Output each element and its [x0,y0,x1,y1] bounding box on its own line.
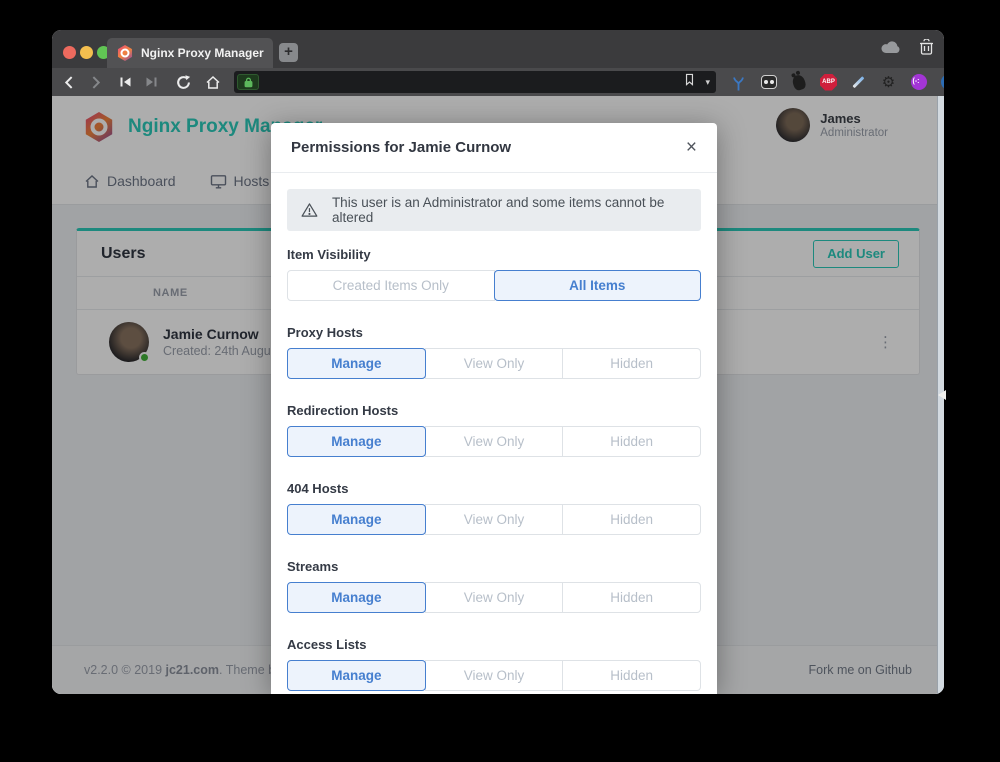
section-label-item-visibility: Item Visibility [287,247,701,262]
window-minimize-button[interactable] [80,46,93,59]
section-label-access-lists: Access Lists [287,637,701,652]
extension-pen-icon[interactable] [850,74,867,91]
admin-warning-alert: This user is an Administrator and some i… [287,189,701,231]
redirection-hosts-view-only[interactable]: View Only [425,426,564,457]
extension-adblock-plus-icon[interactable]: ABP [820,74,837,91]
404-hosts-view-only[interactable]: View Only [425,504,564,535]
access-lists-hidden[interactable]: Hidden [562,660,701,691]
404-hosts-manage[interactable]: Manage [287,504,426,535]
option-all-items[interactable]: All Items [494,270,702,301]
extension-gnome-foot-icon[interactable] [790,74,807,91]
proxy-hosts-view-only[interactable]: View Only [425,348,564,379]
streams-hidden[interactable]: Hidden [562,582,701,613]
permissions-modal: Permissions for Jamie Curnow × This user… [271,123,717,694]
modal-title: Permissions for Jamie Curnow [291,139,511,156]
extension-pie-badge-icon[interactable] [940,74,944,91]
redirection-hosts-group: Manage View Only Hidden [287,426,701,457]
ssl-lock-icon[interactable] [237,74,259,90]
extension-gear-icon[interactable]: ⚙ [880,74,897,91]
streams-manage[interactable]: Manage [287,582,426,613]
404-hosts-hidden[interactable]: Hidden [562,504,701,535]
alert-text: This user is an Administrator and some i… [332,195,687,225]
option-created-items-only[interactable]: Created Items Only [287,270,495,301]
access-lists-group: Manage View Only Hidden [287,660,701,691]
section-label-proxy-hosts: Proxy Hosts [287,325,701,340]
streams-view-only[interactable]: View Only [425,582,564,613]
reload-button[interactable] [170,70,196,94]
extension-fork-icon[interactable] [730,75,747,92]
redirection-hosts-manage[interactable]: Manage [287,426,426,457]
extension-tampermonkey-icon[interactable] [760,74,777,91]
panel-toggle-arrow-icon[interactable] [938,390,946,400]
web-page: Nginx Proxy Manager James Administrator … [52,96,944,694]
extension-purple-face-icon[interactable] [910,74,927,91]
browser-titlebar: Nginx Proxy Manager + [52,30,944,68]
browser-tab[interactable]: Nginx Proxy Manager [107,38,273,68]
section-label-streams: Streams [287,559,701,574]
browser-window: Nginx Proxy Manager + [52,30,944,694]
address-bar[interactable]: ▾ [234,71,716,93]
section-label-404-hosts: 404 Hosts [287,481,701,496]
bookmark-icon[interactable] [684,73,695,91]
rewind-button[interactable] [112,70,138,94]
trash-closed-tabs-icon[interactable] [919,39,934,60]
proxy-hosts-hidden[interactable]: Hidden [562,348,701,379]
section-label-redirection-hosts: Redirection Hosts [287,403,701,418]
browser-toolbar: ▾ ABP ⚙ [52,68,944,96]
404-hosts-group: Manage View Only Hidden [287,504,701,535]
proxy-hosts-manage[interactable]: Manage [287,348,426,379]
forward-button[interactable] [82,70,108,94]
redirection-hosts-hidden[interactable]: Hidden [562,426,701,457]
proxy-hosts-group: Manage View Only Hidden [287,348,701,379]
item-visibility-group: Created Items Only All Items [287,270,701,301]
access-lists-manage[interactable]: Manage [287,660,426,691]
favicon-nginx-proxy-manager [117,45,133,61]
fast-forward-button[interactable] [138,70,164,94]
home-button[interactable] [200,70,226,94]
back-button[interactable] [56,70,82,94]
desktop-background: Nginx Proxy Manager + [0,0,1000,762]
bookmark-dropdown-caret-icon[interactable]: ▾ [705,77,710,88]
sync-cloud-icon[interactable] [881,40,901,59]
streams-group: Manage View Only Hidden [287,582,701,613]
window-close-button[interactable] [63,46,76,59]
modal-close-icon[interactable]: × [686,138,697,157]
access-lists-view-only[interactable]: View Only [425,660,564,691]
warning-triangle-icon [301,202,318,218]
new-tab-button[interactable]: + [279,43,298,62]
tab-title: Nginx Proxy Manager [141,46,264,60]
